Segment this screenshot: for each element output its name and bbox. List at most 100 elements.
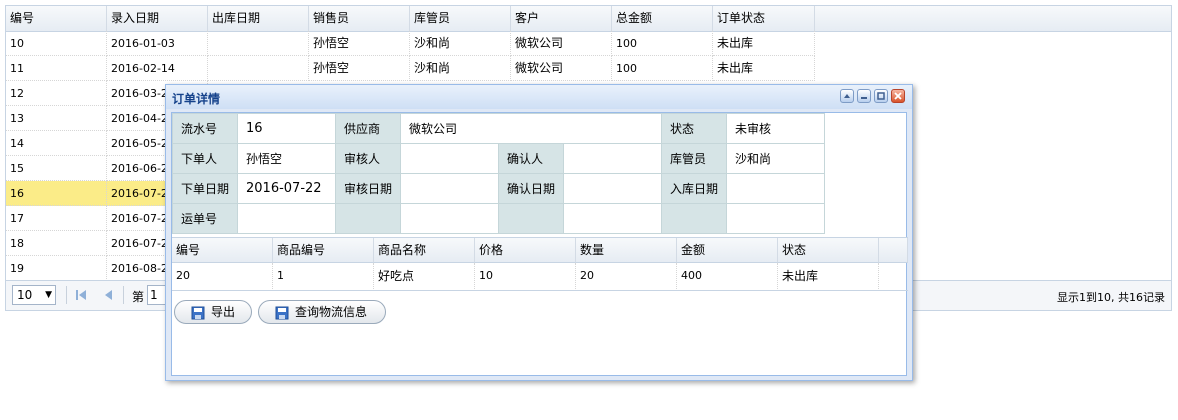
reviewer-label: 审核人 (335, 143, 401, 174)
cell-id: 16 (6, 181, 107, 206)
pager-divider (123, 286, 124, 304)
cell-id: 17 (6, 206, 107, 231)
col-header-total[interactable]: 总金额 (612, 6, 713, 31)
items-col-header-product-name[interactable]: 商品名称 (374, 238, 475, 263)
order-date-value: 2016-07-22 (237, 173, 336, 204)
item-cell-product-no[interactable]: 1 (273, 263, 374, 289)
dialog-body: 流水号 16 供应商 微软公司 状态 未审核 下单人 孙悟空 审核人 确认人 库… (171, 112, 908, 376)
pager-divider (66, 286, 67, 304)
item-cell-status[interactable]: 未出库 (778, 263, 879, 289)
cell-salesperson: 孙悟空 (309, 31, 410, 56)
empty-label-cell (661, 203, 727, 234)
cell-id: 10 (6, 31, 107, 56)
query-logistics-button[interactable]: 查询物流信息 (258, 300, 386, 324)
confirmer-label: 确认人 (498, 143, 564, 174)
minimize-icon[interactable] (857, 89, 871, 103)
serial-value: 16 (237, 113, 336, 144)
waybill-label: 运单号 (172, 203, 238, 234)
col-header-entry-date[interactable]: 录入日期 (107, 6, 208, 31)
status-value: 未审核 (726, 113, 825, 144)
items-col-header-filler (879, 238, 908, 263)
cell-entry-date: 2016-01-03 (107, 31, 208, 56)
first-page-icon[interactable] (74, 287, 88, 303)
export-button-label: 导出 (211, 305, 236, 319)
col-header-id[interactable]: 编号 (6, 6, 107, 31)
items-col-header-product-no[interactable]: 商品编号 (273, 238, 374, 263)
save-icon (191, 305, 205, 320)
empty-label-cell (335, 203, 401, 234)
items-col-header-price[interactable]: 价格 (475, 238, 576, 263)
item-cell-price[interactable]: 10 (475, 263, 576, 289)
page-label: 第 (132, 290, 145, 304)
items-col-header-amount[interactable]: 金额 (677, 238, 778, 263)
cell-out-date (208, 31, 309, 56)
table-row[interactable]: 10 2016-01-03 孙悟空 沙和尚 微软公司 100 未出库 (6, 31, 1171, 56)
orderer-value: 孙悟空 (237, 143, 336, 174)
empty-label-cell (498, 203, 564, 234)
chevron-down-icon: ▼ (45, 290, 52, 300)
col-header-salesperson[interactable]: 销售员 (309, 6, 410, 31)
supplier-value: 微软公司 (400, 113, 662, 144)
item-cell-id[interactable]: 20 (172, 263, 273, 289)
orderer-label: 下单人 (172, 143, 238, 174)
cell-customer: 微软公司 (511, 31, 612, 56)
supplier-label: 供应商 (335, 113, 401, 144)
dialog-titlebar[interactable]: 订单详情 (166, 85, 912, 109)
item-cell-amount[interactable]: 400 (677, 263, 778, 289)
cell-status: 未出库 (713, 31, 815, 56)
pager-info: 显示1到10, 共16记录 (1057, 291, 1165, 304)
collapse-icon[interactable] (840, 89, 854, 103)
cell-id: 11 (6, 56, 107, 81)
maximize-icon[interactable] (874, 89, 888, 103)
item-cell-quantity[interactable]: 20 (576, 263, 677, 289)
confirm-date-value (563, 173, 662, 204)
confirmer-value (563, 143, 662, 174)
col-header-customer[interactable]: 客户 (511, 6, 612, 31)
cell-salesperson: 孙悟空 (309, 56, 410, 81)
items-col-header-id[interactable]: 编号 (172, 238, 273, 263)
status-label: 状态 (661, 113, 727, 144)
order-items-grid: 编号 商品编号 商品名称 价格 数量 金额 状态 20 1 好吃点 10 20 … (172, 237, 908, 291)
cell-out-date (208, 56, 309, 81)
cell-total: 100 (612, 56, 713, 81)
cell-id: 19 (6, 256, 107, 281)
review-date-value (400, 173, 499, 204)
grid-header: 编号 录入日期 出库日期 销售员 库管员 客户 总金额 订单状态 (6, 6, 1171, 32)
order-detail-dialog: 订单详情 流水号 16 供应商 微软公司 状态 未审核 下单人 孙悟空 审核人 … (165, 84, 913, 381)
table-row[interactable]: 11 2016-02-14 孙悟空 沙和尚 微软公司 100 未出库 (6, 56, 1171, 81)
prev-page-icon[interactable] (102, 287, 116, 303)
export-button[interactable]: 导出 (174, 300, 252, 324)
order-detail-form: 流水号 16 供应商 微软公司 状态 未审核 下单人 孙悟空 审核人 确认人 库… (172, 113, 825, 234)
items-col-header-status[interactable]: 状态 (778, 238, 879, 263)
col-header-out-date[interactable]: 出库日期 (208, 6, 309, 31)
close-icon[interactable] (891, 89, 905, 103)
waybill-value (237, 203, 336, 234)
items-col-header-quantity[interactable]: 数量 (576, 238, 677, 263)
cell-id: 14 (6, 131, 107, 156)
cell-keeper: 沙和尚 (410, 31, 511, 56)
in-date-label: 入库日期 (661, 173, 727, 204)
keeper-label: 库管员 (661, 143, 727, 174)
page-size-select[interactable]: 10 ▼ (12, 285, 56, 305)
cell-id: 13 (6, 106, 107, 131)
col-header-status[interactable]: 订单状态 (713, 6, 815, 31)
save-icon (275, 305, 289, 320)
col-header-keeper[interactable]: 库管员 (410, 6, 511, 31)
page-size-value: 10 (17, 288, 33, 302)
cell-entry-date: 2016-02-14 (107, 56, 208, 81)
dialog-title: 订单详情 (172, 92, 221, 106)
cell-id: 18 (6, 231, 107, 256)
empty-value-cell (726, 203, 825, 234)
cell-customer: 微软公司 (511, 56, 612, 81)
empty-value-cell (563, 203, 662, 234)
cell-keeper: 沙和尚 (410, 56, 511, 81)
reviewer-value (400, 143, 499, 174)
keeper-value: 沙和尚 (726, 143, 825, 174)
item-cell-product-name[interactable]: 好吃点 (374, 263, 475, 289)
review-date-label: 审核日期 (335, 173, 401, 204)
order-date-label: 下单日期 (172, 173, 238, 204)
in-date-value (726, 173, 825, 204)
empty-value-cell (400, 203, 499, 234)
cell-total: 100 (612, 31, 713, 56)
cell-id: 12 (6, 81, 107, 106)
